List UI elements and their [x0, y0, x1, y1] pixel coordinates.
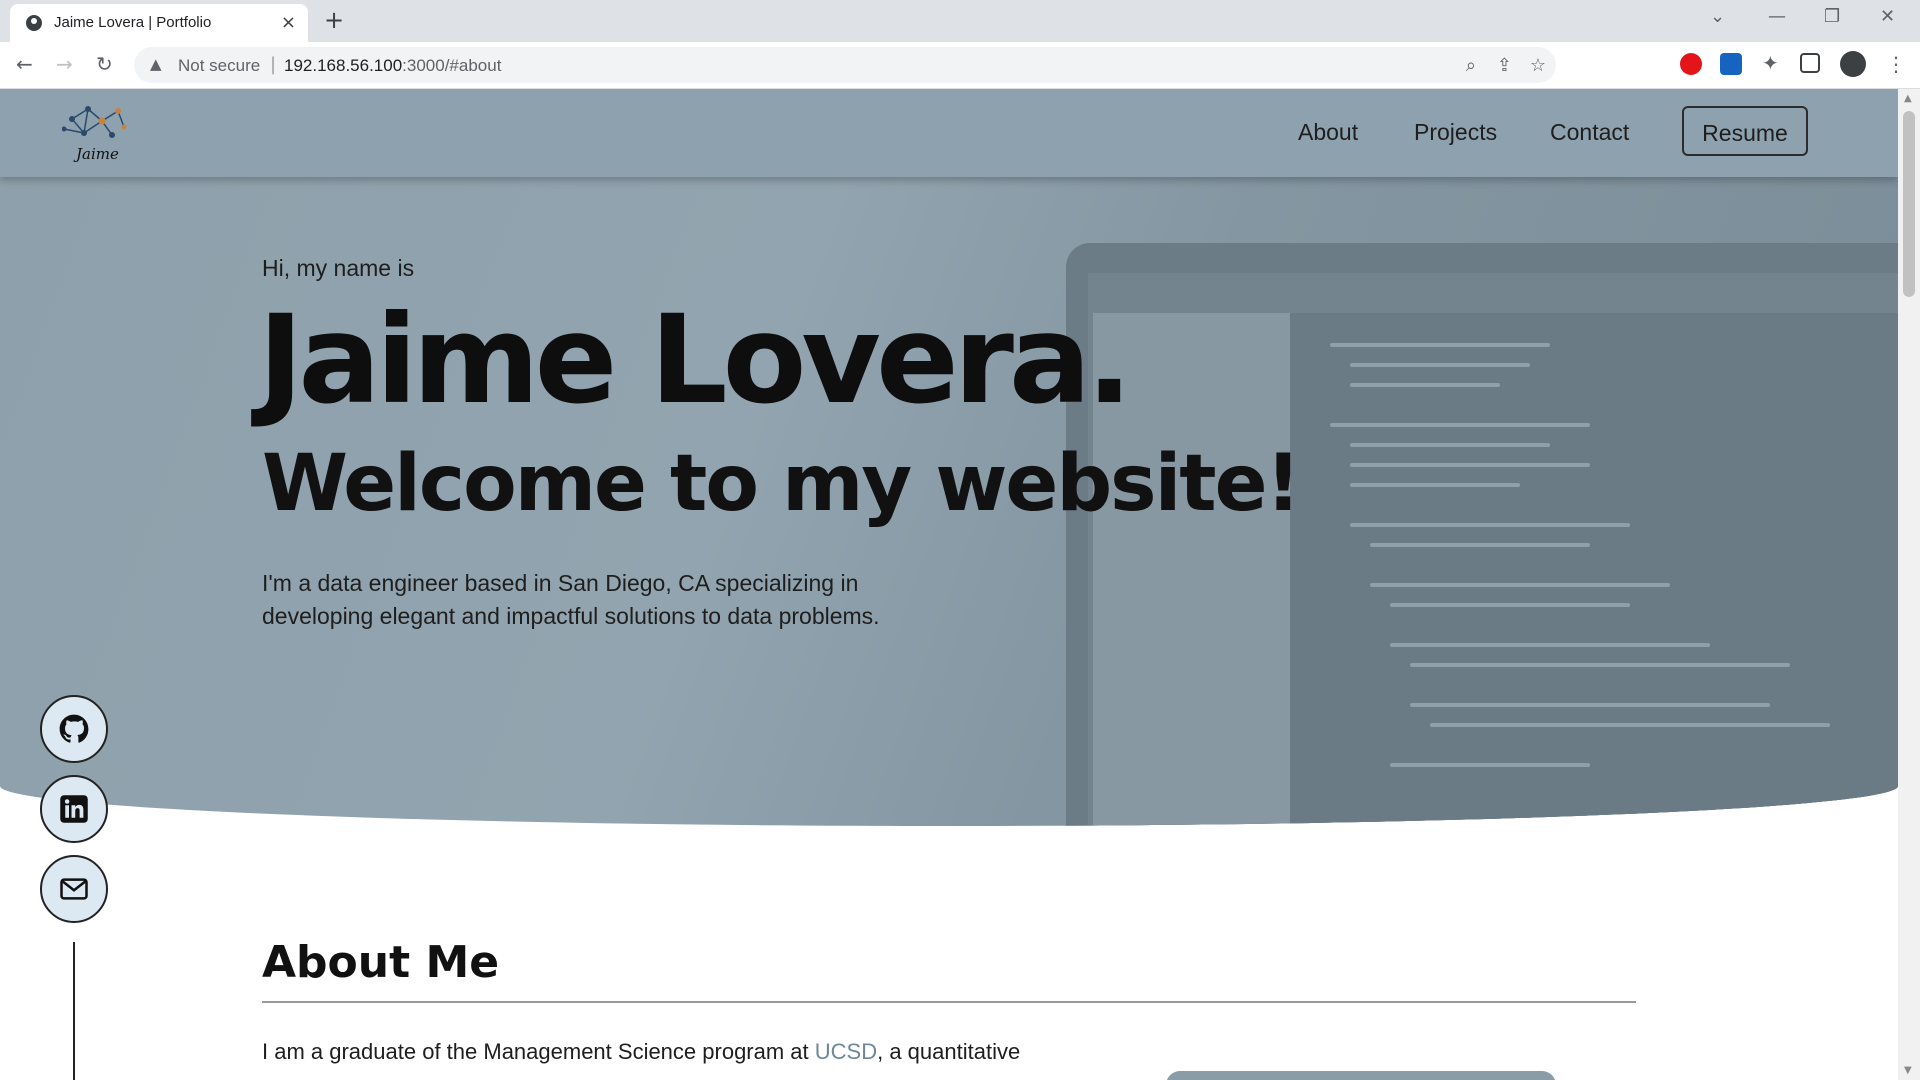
resume-button[interactable]: Resume	[1682, 106, 1808, 156]
browser-toolbar: ← → ↻ ▲ Not secure | 192.168.56.100:3000…	[0, 42, 1920, 89]
code-line	[1350, 443, 1550, 447]
code-line	[1390, 643, 1710, 647]
nav-link-about[interactable]: About	[1298, 119, 1358, 146]
hero-description: I'm a data engineer based in San Diego, …	[262, 570, 880, 629]
extensions-puzzle-icon[interactable]: ✦	[1762, 51, 1779, 75]
close-tab-icon[interactable]: ×	[281, 12, 296, 33]
divider: |	[270, 54, 277, 75]
about-divider	[262, 1001, 1636, 1003]
share-icon[interactable]: ⇪	[1497, 55, 1512, 76]
new-tab-button[interactable]: +	[324, 6, 344, 34]
code-line	[1370, 543, 1590, 547]
side-panel-icon[interactable]	[1800, 53, 1820, 73]
ucsd-link[interactable]: UCSD	[815, 1039, 877, 1064]
site-logo[interactable]: Jaime	[61, 101, 130, 163]
favicon-icon	[26, 15, 42, 31]
minimize-button[interactable]: —	[1768, 6, 1786, 27]
profile-avatar[interactable]	[1840, 51, 1866, 77]
reload-button[interactable]: ↻	[96, 52, 113, 76]
linkedin-button[interactable]	[40, 775, 108, 843]
page-viewport: Hi, my name is Jaime Lovera. Welcome to …	[0, 89, 1898, 1080]
back-button[interactable]: ←	[16, 52, 33, 76]
code-editor-panel	[1290, 313, 1898, 826]
extension-icon[interactable]	[1720, 53, 1742, 75]
code-line	[1350, 363, 1530, 367]
github-icon	[59, 714, 89, 743]
code-line	[1350, 483, 1520, 487]
nav-link-contact[interactable]: Contact	[1550, 119, 1629, 146]
about-heading: About Me	[262, 937, 500, 988]
browser-tab[interactable]: Jaime Lovera | Portfolio ×	[10, 4, 308, 42]
email-button[interactable]	[40, 855, 108, 923]
forward-button[interactable]: →	[56, 52, 73, 76]
url-path: :3000/#about	[402, 56, 502, 75]
scroll-up-icon[interactable]: ▲	[1904, 93, 1912, 104]
social-divider-line	[73, 942, 75, 1080]
code-line	[1330, 423, 1590, 427]
close-window-button[interactable]: ✕	[1880, 6, 1895, 27]
warning-icon[interactable]: ▲	[150, 55, 162, 73]
url-host: 192.168.56.100	[284, 56, 403, 75]
laptop-background-image	[1066, 243, 1898, 826]
menu-icon[interactable]: ⋮	[1886, 52, 1906, 76]
scrollbar-thumb[interactable]	[1903, 111, 1915, 297]
hero-greeting: Hi, my name is	[262, 255, 415, 281]
tab-title: Jaime Lovera | Portfolio	[54, 14, 212, 31]
scroll-down-icon[interactable]: ▼	[1904, 1065, 1912, 1076]
logo-text: Jaime	[76, 145, 119, 163]
code-line	[1390, 603, 1630, 607]
about-text-end: , a quantitative	[877, 1039, 1021, 1064]
hero-name: Jaime Lovera.	[258, 289, 1133, 431]
code-line	[1390, 763, 1590, 767]
code-line	[1330, 343, 1550, 347]
code-line	[1430, 723, 1830, 727]
code-line	[1410, 703, 1770, 707]
code-line	[1410, 663, 1790, 667]
github-button[interactable]	[40, 695, 108, 763]
site-navbar: Jaime About Projects Contact Resume	[0, 89, 1898, 177]
zoom-icon[interactable]: ⌕	[1466, 55, 1476, 76]
bookmark-star-icon[interactable]: ☆	[1530, 55, 1546, 76]
nav-link-projects[interactable]: Projects	[1414, 119, 1497, 146]
mail-icon	[60, 878, 88, 900]
opera-extension-icon[interactable]	[1680, 53, 1702, 75]
tab-search-icon[interactable]: ⌄	[1710, 6, 1725, 27]
browser-tabbar: Jaime Lovera | Portfolio × + ⌄ — ❐ ✕	[0, 0, 1920, 42]
hero-welcome: Welcome to my website!	[262, 439, 1301, 529]
about-photo	[1166, 1071, 1556, 1080]
url-text[interactable]: 192.168.56.100:3000/#about	[284, 56, 501, 76]
code-line	[1350, 383, 1500, 387]
about-paragraph: I am a graduate of the Management Scienc…	[262, 1039, 1020, 1065]
page-scrollbar[interactable]: ▲ ▼	[1898, 89, 1920, 1080]
about-text-start: I am a graduate of the Management Scienc…	[262, 1039, 815, 1064]
laptop-screen	[1088, 273, 1898, 826]
restore-button[interactable]: ❐	[1824, 6, 1840, 27]
code-line	[1350, 463, 1590, 467]
hero-section: Hi, my name is Jaime Lovera. Welcome to …	[0, 89, 1898, 826]
address-bar[interactable]: ▲ Not secure | 192.168.56.100:3000/#abou…	[134, 47, 1556, 83]
linkedin-icon	[60, 795, 88, 823]
network-logo-icon	[61, 106, 127, 138]
code-line	[1350, 523, 1630, 527]
code-line	[1370, 583, 1670, 587]
security-label[interactable]: Not secure	[178, 56, 260, 76]
